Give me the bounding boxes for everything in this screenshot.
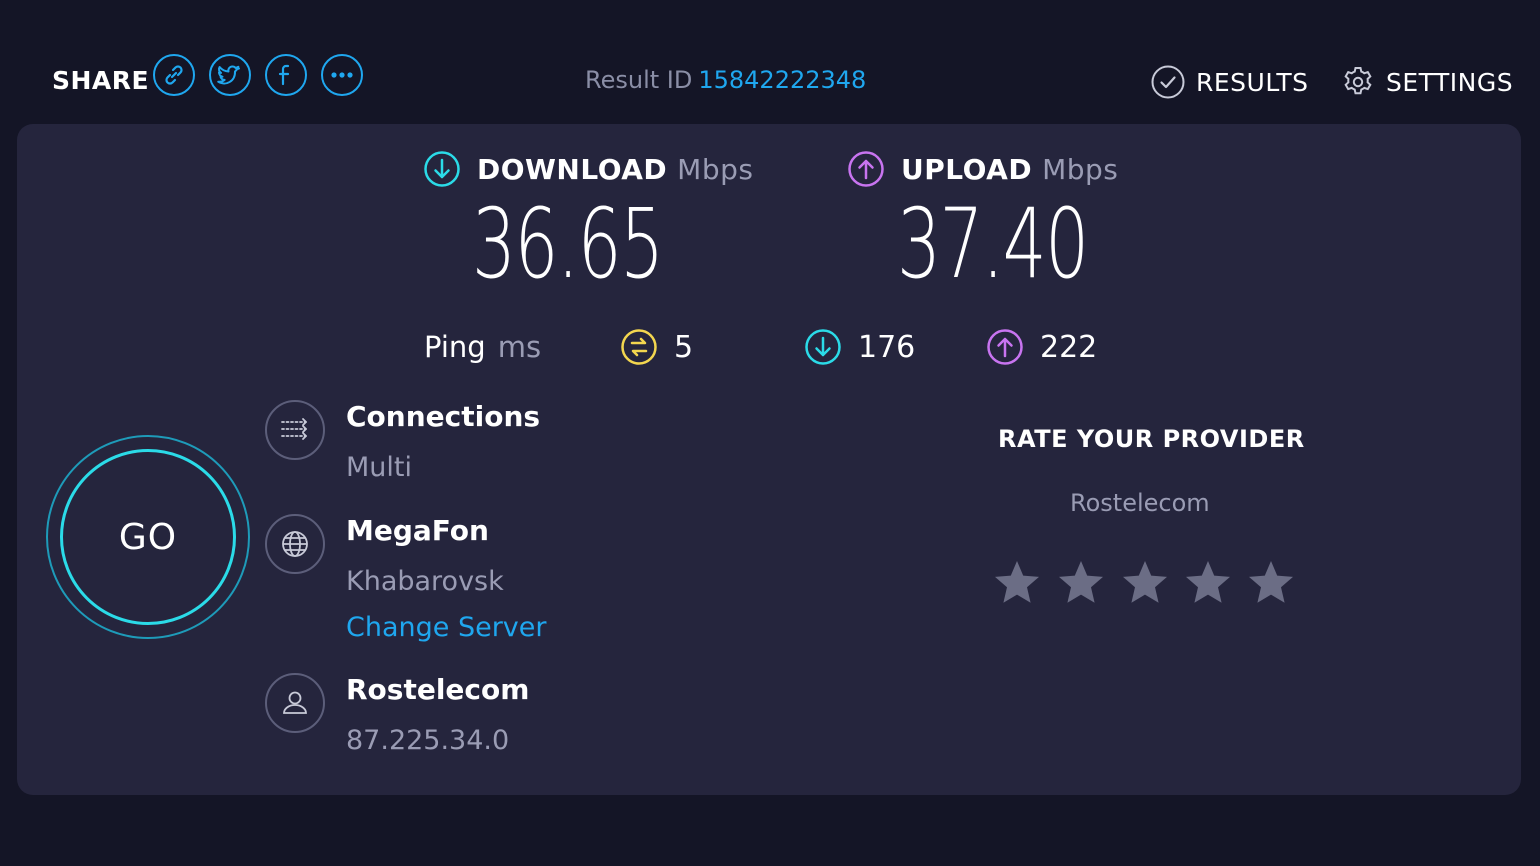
ping-idle-value: 5 — [674, 329, 694, 365]
star-icon[interactable] — [1056, 558, 1106, 608]
download-unit: Mbps — [677, 152, 754, 186]
upload-unit: Mbps — [1042, 152, 1119, 186]
link-icon[interactable] — [153, 54, 195, 96]
upload-label: UPLOAD — [901, 152, 1033, 186]
rate-provider-name: Rostelecom — [1070, 489, 1210, 517]
results-label: RESULTS — [1196, 67, 1309, 97]
result-id: Result ID 15842222348 — [585, 66, 866, 94]
upload-value: 37.40 — [897, 188, 1089, 300]
star-icon[interactable] — [1183, 558, 1233, 608]
ping-upload-value: 222 — [1040, 329, 1098, 365]
settings-label: SETTINGS — [1386, 67, 1514, 97]
ping-download: 176 — [804, 328, 915, 366]
upload-ping-icon — [987, 329, 1023, 365]
user-icon — [265, 673, 325, 733]
provider-name: Rostelecom — [346, 673, 530, 706]
idle-ping-icon — [621, 329, 657, 365]
rate-provider-title: RATE YOUR PROVIDER — [998, 425, 1305, 453]
ping-label: Ping ms — [424, 330, 541, 364]
star-icon[interactable] — [992, 558, 1042, 608]
share-label: SHARE — [52, 66, 150, 95]
go-button[interactable]: GO — [60, 449, 236, 625]
upload-header: UPLOAD Mbps — [847, 150, 1118, 188]
ping-unit: ms — [497, 330, 542, 364]
download-header: DOWNLOAD Mbps — [423, 150, 753, 188]
check-circle-icon — [1151, 65, 1185, 99]
server-name: MegaFon — [346, 514, 489, 547]
change-server-link[interactable]: Change Server — [346, 612, 547, 643]
result-id-value[interactable]: 15842222348 — [698, 66, 866, 94]
facebook-icon[interactable] — [265, 54, 307, 96]
connections-icon — [265, 400, 325, 460]
ping-idle: 5 — [620, 328, 693, 366]
ping-upload: 222 — [986, 328, 1097, 366]
top-bar: SHARE Result ID 15842222348 RESULTS SETT… — [0, 0, 1540, 124]
ping-title: Ping — [424, 330, 486, 364]
results-panel — [17, 124, 1521, 795]
result-id-label: Result ID — [585, 66, 693, 94]
star-icon[interactable] — [1120, 558, 1170, 608]
download-label: DOWNLOAD — [477, 152, 668, 186]
globe-icon — [265, 514, 325, 574]
upload-arrow-icon — [848, 151, 884, 187]
star-icon[interactable] — [1246, 558, 1296, 608]
download-ping-icon — [805, 329, 841, 365]
twitter-icon[interactable] — [209, 54, 251, 96]
provider-ip: 87.225.34.0 — [346, 725, 510, 756]
download-value: 36.65 — [472, 188, 664, 300]
settings-button[interactable]: SETTINGS — [1340, 64, 1513, 100]
ping-download-value: 176 — [858, 329, 916, 365]
connections-title: Connections — [346, 400, 541, 433]
results-button[interactable]: RESULTS — [1150, 64, 1308, 100]
download-arrow-icon — [424, 151, 460, 187]
connections-value[interactable]: Multi — [346, 452, 412, 483]
more-icon[interactable] — [321, 54, 363, 96]
gear-icon — [1344, 67, 1372, 95]
server-location: Khabarovsk — [346, 566, 504, 597]
